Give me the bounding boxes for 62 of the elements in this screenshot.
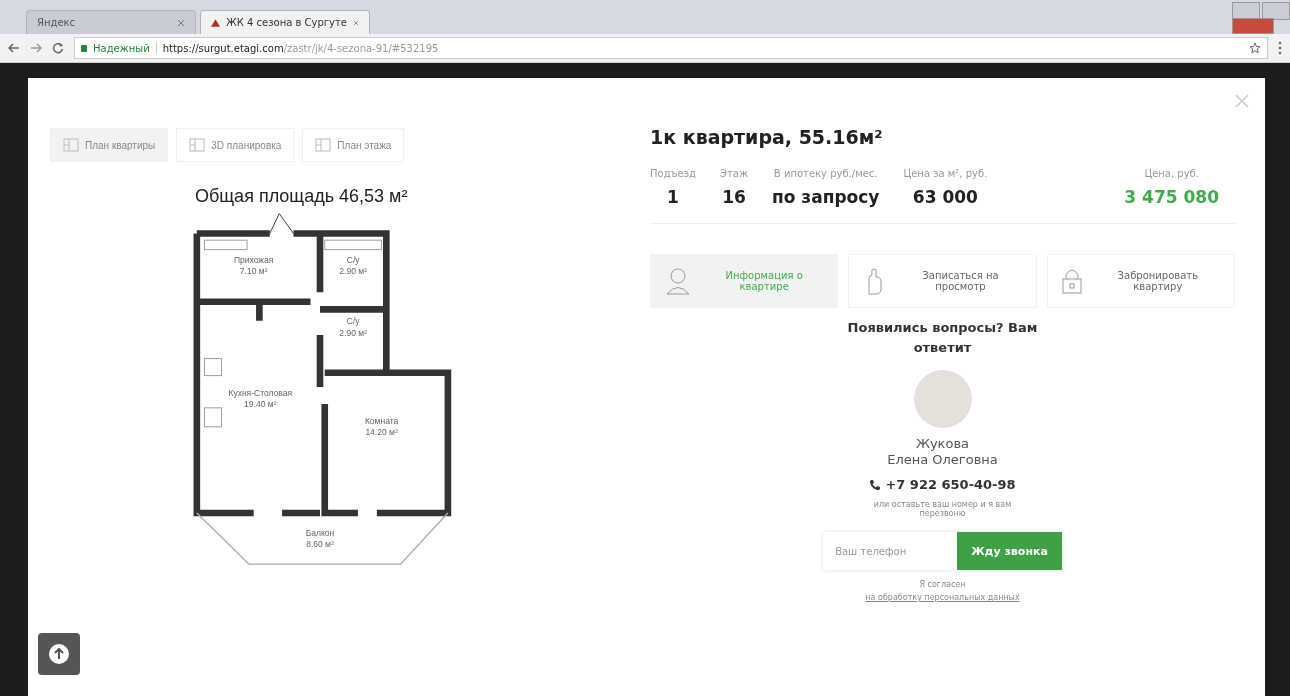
agent-name: Елена Олеговна xyxy=(887,452,998,467)
apartment-title: 1к квартира, 55.16м² xyxy=(650,126,884,148)
reload-icon[interactable] xyxy=(52,42,64,54)
stat-value: по запросу xyxy=(771,187,880,207)
room-name: Кухня-Столовая xyxy=(228,387,293,398)
close-icon[interactable] xyxy=(353,18,359,27)
close-icon[interactable] xyxy=(1235,94,1249,108)
plan-tab[interactable]: 3D планировка xyxy=(176,128,295,162)
url-text: https://surgut.etagi.com/zastr/jk/4-sezona-91/#532195 xyxy=(162,42,439,54)
phone-icon xyxy=(869,478,882,491)
browser-tab[interactable]: Яндекс xyxy=(26,10,196,34)
phone-number[interactable]: +7 922 650-40-98 xyxy=(885,477,1016,492)
scroll-up-button[interactable] xyxy=(38,633,80,675)
room-name: Прихожая xyxy=(233,254,274,265)
window-close-button[interactable] xyxy=(1232,18,1274,34)
phone-input[interactable]: Ваш телефон xyxy=(823,532,958,570)
consent-text: Я согласен на обработку персональных данных xyxy=(864,579,1021,604)
room-area: 2.90 м² xyxy=(339,327,367,338)
stat-label: Этаж xyxy=(720,168,748,179)
stat-label: Подъезд xyxy=(650,168,696,179)
room-name: Комната xyxy=(364,415,399,426)
room-area: 19.40 м² xyxy=(244,398,277,409)
total-area: Общая площадь 46,53 м² xyxy=(195,186,638,207)
room-name: Балкон xyxy=(305,527,335,538)
room-area: 14.20 м² xyxy=(365,427,398,438)
plan-tab[interactable]: План этажа xyxy=(302,128,405,162)
stat-label: Цена, руб. xyxy=(1144,168,1199,179)
room-name: С/у xyxy=(346,316,360,327)
person-icon xyxy=(665,267,691,295)
lock-icon xyxy=(81,44,87,52)
room-area: 2.90 м² xyxy=(339,266,367,277)
price-value: 3 475 080 xyxy=(1124,187,1219,207)
close-icon[interactable] xyxy=(177,18,185,27)
action-tab[interactable]: Забронировать квартиру xyxy=(1046,254,1235,308)
browser-tab[interactable]: ЖК 4 сезона в Сургуте xyxy=(200,10,370,34)
address-bar[interactable]: Надежный https://surgut.etagi.com/zastr/jk/4-sezona-91/#532195 xyxy=(74,37,1268,59)
callback-note: или оставьте ваш номер и я вам перезвоню xyxy=(872,500,1013,518)
agent-surname: Жукова xyxy=(915,436,970,451)
secure-label: Надежный xyxy=(93,42,150,54)
room-name: С/у xyxy=(346,254,360,265)
site-logo-icon xyxy=(211,17,220,28)
room-area: 8.60 м² xyxy=(306,539,334,550)
forward-icon[interactable] xyxy=(30,43,42,53)
callback-button[interactable]: Жду звонка xyxy=(957,532,1062,570)
action-tab[interactable]: Записаться на просмотр xyxy=(848,254,1037,308)
star-icon[interactable] xyxy=(1249,42,1261,54)
maximize-button[interactable] xyxy=(1262,2,1290,20)
menu-icon[interactable] xyxy=(1278,41,1282,55)
arrow-up-icon xyxy=(48,643,70,665)
stat-value: 63 000 xyxy=(912,187,978,207)
room-area: 7.10 м² xyxy=(239,266,268,277)
stat-label: В ипотеку руб./мес. xyxy=(773,168,878,179)
stat-value: 1 xyxy=(667,187,679,207)
floor-plan-icon xyxy=(63,138,79,152)
privacy-link[interactable]: на обработку персональных данных xyxy=(865,593,1020,602)
stat-label: Цена за м², руб. xyxy=(903,168,988,179)
lock-icon xyxy=(1061,268,1082,294)
contact-heading: Появились вопросы? Вам ответит xyxy=(847,319,1038,357)
action-tab[interactable]: Информация о квартире xyxy=(650,254,839,308)
plan-tab[interactable]: План квартиры xyxy=(50,128,169,162)
stat-value: 16 xyxy=(722,187,746,207)
back-icon[interactable] xyxy=(8,43,20,53)
